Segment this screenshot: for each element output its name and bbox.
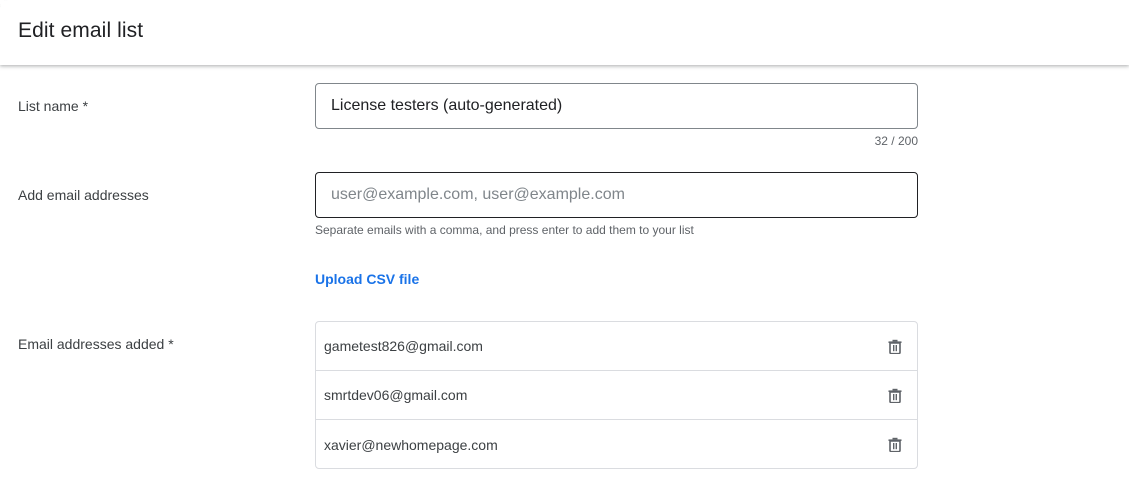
email-list: gametest826@gmail.com smrtdev06@gmail.co… (315, 321, 918, 469)
trash-icon[interactable] (885, 385, 905, 405)
list-name-label: List name * (18, 98, 89, 114)
list-name-char-counter: 32 / 200 (874, 134, 918, 148)
add-email-input[interactable] (331, 186, 902, 204)
email-address: xavier@newhomepage.com (324, 436, 498, 453)
add-email-field[interactable] (315, 172, 918, 218)
trash-icon[interactable] (885, 336, 905, 356)
dialog-title: Edit email list (18, 19, 144, 42)
emails-added-label: Email addresses added * (18, 336, 174, 352)
email-list-item: xavier@newhomepage.com (316, 420, 917, 469)
upload-csv-link[interactable]: Upload CSV file (315, 271, 419, 287)
email-list-item: smrtdev06@gmail.com (316, 371, 917, 420)
dialog-header: Edit email list (0, 0, 1129, 65)
trash-icon[interactable] (885, 435, 905, 455)
list-name-input[interactable] (331, 97, 902, 115)
email-list-item: gametest826@gmail.com (316, 322, 917, 371)
email-address: gametest826@gmail.com (324, 338, 483, 354)
edit-email-list-dialog: Edit email list List name * 32 / 200 Add… (0, 0, 1129, 486)
add-email-label: Add email addresses (18, 187, 149, 203)
email-address: smrtdev06@gmail.com (324, 387, 468, 403)
add-email-hint: Separate emails with a comma, and press … (315, 223, 694, 237)
list-name-field[interactable] (315, 83, 918, 129)
